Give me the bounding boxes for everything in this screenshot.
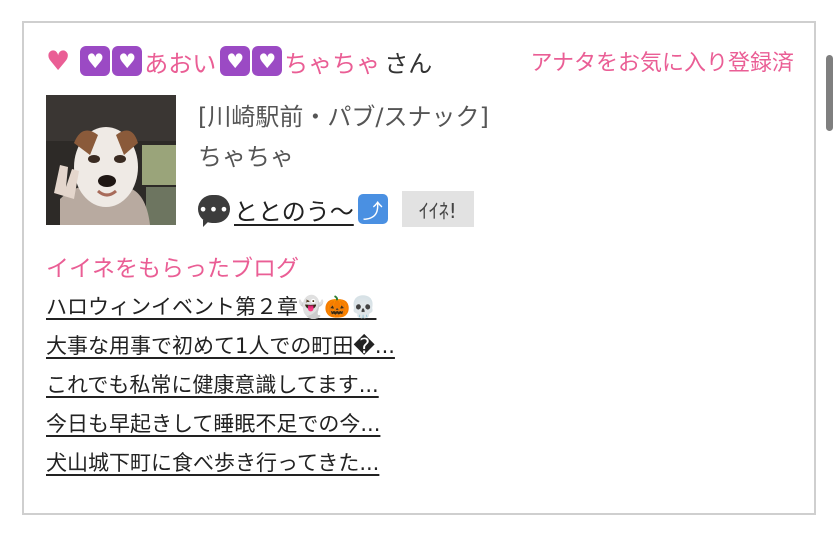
- purple-heart-icon: ♥: [220, 46, 251, 76]
- profile-card: ♥ ♥ ♥ あおい ♥ ♥ ちゃちゃ さん アナタをお気に入り登録済 [川崎駅前…: [22, 21, 816, 515]
- blog-section-heading: イイネをもらったブログ: [46, 256, 299, 282]
- cast-header: ♥ ♥ ♥ あおい ♥ ♥ ちゃちゃ さん: [46, 43, 432, 79]
- blog-post-link[interactable]: 大事な用事で初めて1人での町田�...: [46, 334, 395, 358]
- scrollbar[interactable]: [826, 55, 833, 131]
- shop-info[interactable]: [川崎駅前・パブ/スナック]: [198, 97, 489, 132]
- return-arrow-icon: ⤴: [357, 194, 388, 224]
- cast-display-name: ちゃちゃ: [198, 143, 294, 171]
- list-item: これでも私常に健康意識してます...: [46, 369, 395, 408]
- favorite-status[interactable]: アナタをお気に入り登録済: [530, 45, 794, 77]
- list-item: 犬山城下町に食べ歩き行ってきた...: [46, 447, 395, 486]
- purple-heart-icon: ♥: [252, 46, 283, 76]
- blog-post-link[interactable]: 犬山城下町に食べ歩き行ってきた...: [46, 451, 379, 475]
- avatar[interactable]: [46, 95, 176, 225]
- blog-post-link[interactable]: 今日も早起きして睡眠不足での今...: [46, 412, 380, 436]
- cast-name-prefix: あおい: [144, 49, 217, 78]
- list-item: 今日も早起きして睡眠不足での今...: [46, 408, 395, 447]
- blog-list: ハロウィンイベント第２章👻🎃💀 大事な用事で初めて1人での町田�... これでも…: [46, 291, 395, 486]
- speech-bubble-icon: •••: [198, 195, 230, 227]
- blog-post-link[interactable]: ハロウィンイベント第２章👻🎃💀: [46, 295, 376, 319]
- heart-icon: ♥: [46, 45, 71, 77]
- honorific: さん: [384, 49, 433, 78]
- list-item: ハロウィンイベント第２章👻🎃💀: [46, 291, 395, 330]
- purple-heart-icon: ♥: [80, 46, 111, 76]
- avatar-photo: [46, 95, 176, 225]
- iine-button[interactable]: ｲｲﾈ!: [401, 191, 474, 227]
- comment-link[interactable]: ととのう〜: [234, 192, 354, 227]
- comment-row: ••• ととのう〜 ⤴ ｲｲﾈ!: [198, 191, 474, 227]
- blog-post-link[interactable]: これでも私常に健康意識してます...: [46, 373, 379, 397]
- purple-heart-icon: ♥: [112, 46, 143, 76]
- list-item: 大事な用事で初めて1人での町田�...: [46, 330, 395, 369]
- cast-name[interactable]: ちゃちゃ: [284, 44, 380, 79]
